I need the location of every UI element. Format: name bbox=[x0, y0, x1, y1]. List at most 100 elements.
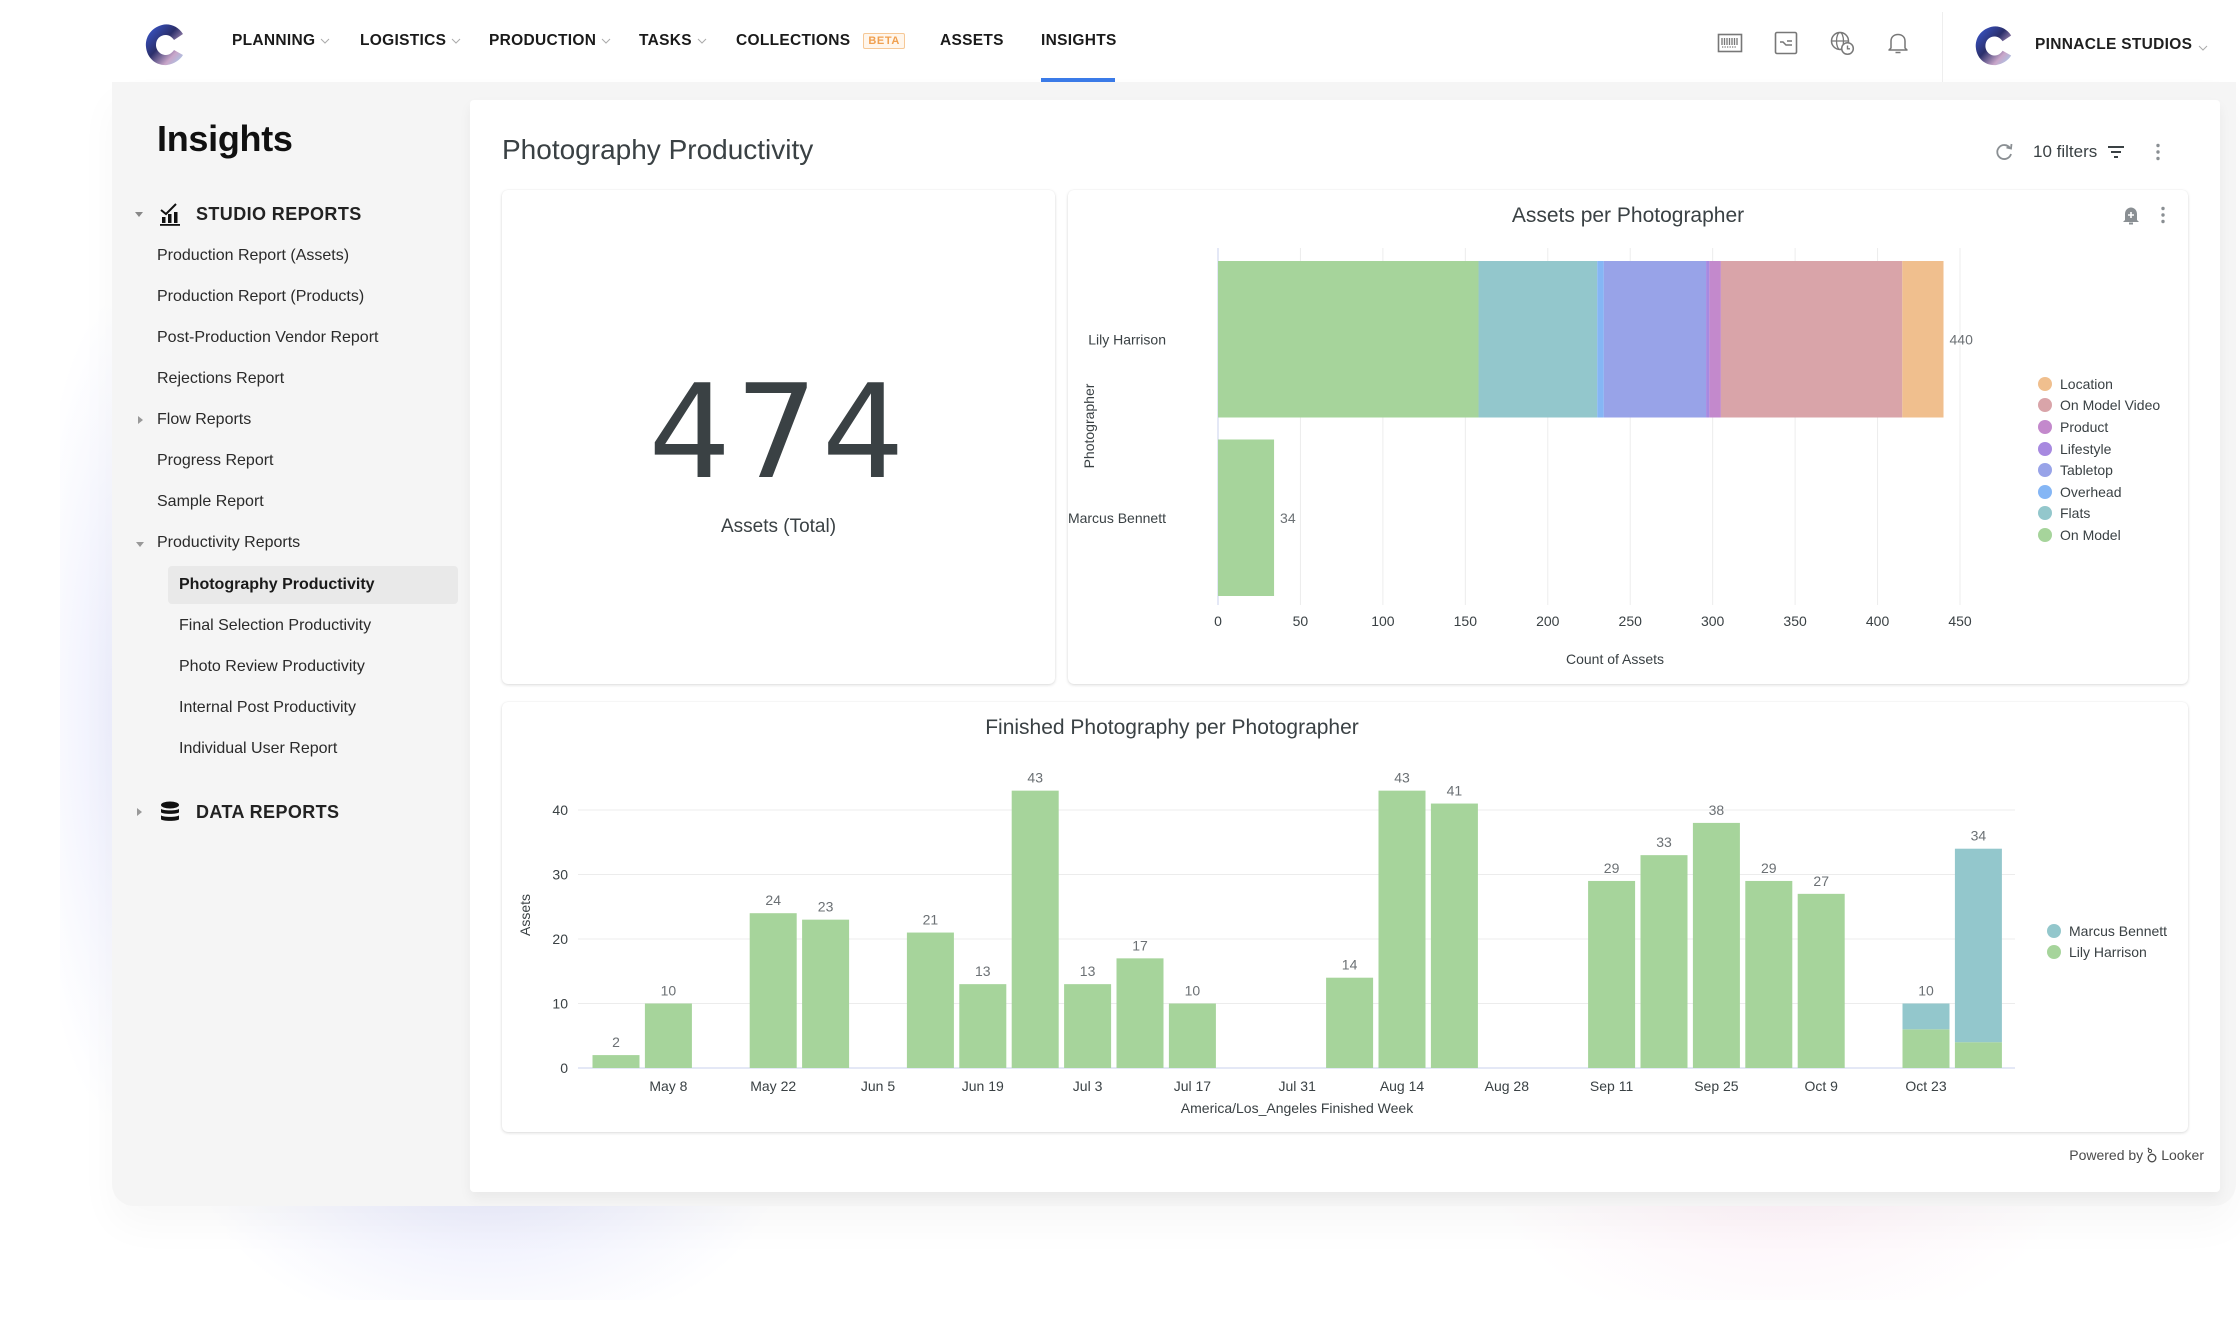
data-label: 34 bbox=[1971, 828, 1987, 844]
section-label: STUDIO REPORTS bbox=[196, 203, 362, 224]
finished-photography-card: Finished Photography per Photographer 01… bbox=[502, 702, 2188, 1132]
bar bbox=[1954, 1042, 2002, 1068]
bar-segment bbox=[1218, 439, 1275, 596]
refresh-icon[interactable] bbox=[1993, 141, 2015, 163]
data-label: 33 bbox=[1656, 834, 1672, 850]
y-tick-label: Lily Harrison bbox=[1088, 331, 1166, 347]
x-tick-label: 450 bbox=[1948, 613, 1972, 629]
x-tick-label: Aug 28 bbox=[1485, 1078, 1530, 1094]
bar bbox=[1902, 1003, 1950, 1030]
x-tick-label: 350 bbox=[1783, 613, 1807, 629]
data-label: 24 bbox=[765, 892, 781, 908]
sidebar-item-photo-review-productivity[interactable]: Photo Review Productivity bbox=[179, 648, 365, 686]
data-label: 29 bbox=[1604, 860, 1620, 876]
terminal-icon[interactable] bbox=[1773, 30, 1799, 56]
nav-tasks[interactable]: TASKS bbox=[639, 0, 707, 82]
legend-item[interactable]: On Model Video bbox=[2038, 395, 2160, 417]
globe-clock-icon[interactable] bbox=[1829, 30, 1855, 56]
chart-legend: Location On Model Video Product Lifestyle Ta… bbox=[2038, 373, 2160, 546]
bar bbox=[1011, 790, 1059, 1068]
barcode-icon[interactable] bbox=[1717, 30, 1743, 56]
caret-right-icon[interactable] bbox=[134, 414, 146, 426]
nav-divider bbox=[1942, 12, 1943, 82]
chevron-down-icon bbox=[2198, 40, 2208, 51]
bar bbox=[592, 1055, 640, 1068]
sidebar-item-production-report-products[interactable]: Production Report (Products) bbox=[157, 278, 364, 316]
nav-planning-label: PLANNING bbox=[232, 32, 316, 49]
sidebar-item-post-production-vendor-report[interactable]: Post-Production Vendor Report bbox=[157, 319, 378, 357]
nav-planning[interactable]: PLANNING bbox=[232, 0, 330, 82]
sidebar-item-progress-report[interactable]: Progress Report bbox=[157, 442, 274, 480]
sidebar-item-individual-user-report[interactable]: Individual User Report bbox=[179, 730, 337, 768]
sidebar-item-production-report-assets[interactable]: Production Report (Assets) bbox=[157, 237, 349, 275]
nav-insights[interactable]: INSIGHTS bbox=[1041, 0, 1117, 82]
legend-label: On Model Video bbox=[2060, 397, 2161, 414]
legend-swatch bbox=[2038, 398, 2052, 413]
bar bbox=[1640, 855, 1688, 1068]
legend-item[interactable]: Product bbox=[2038, 416, 2160, 438]
sidebar-item-final-selection-productivity[interactable]: Final Selection Productivity bbox=[179, 607, 371, 645]
bar bbox=[1116, 958, 1164, 1068]
chevron-down-icon bbox=[320, 36, 330, 46]
data-label: 43 bbox=[1027, 770, 1043, 786]
x-tick-label: 50 bbox=[1293, 613, 1309, 629]
x-tick-label: Aug 14 bbox=[1380, 1078, 1425, 1094]
legend-item[interactable]: Overhead bbox=[2038, 481, 2160, 503]
legend-item[interactable]: Marcus Bennett bbox=[2047, 920, 2167, 942]
x-tick-label: Jun 19 bbox=[962, 1078, 1004, 1094]
powered-by-footer: Powered by Looker bbox=[2069, 1147, 2204, 1163]
sidebar-item-productivity-reports[interactable]: Productivity Reports bbox=[157, 524, 300, 562]
org-avatar[interactable] bbox=[1973, 24, 2015, 68]
data-label: 27 bbox=[1813, 873, 1829, 889]
nav-collections[interactable]: COLLECTIONS BETA bbox=[736, 0, 905, 82]
filters-button[interactable]: 10 filters bbox=[2033, 142, 2097, 162]
powered-by-text: Powered by bbox=[2069, 1147, 2144, 1163]
chevron-down-icon bbox=[451, 36, 461, 46]
filter-icon[interactable] bbox=[2105, 141, 2127, 163]
nav-logistics[interactable]: LOGISTICS bbox=[360, 0, 461, 82]
sidebar-item-sample-report[interactable]: Sample Report bbox=[157, 483, 264, 521]
more-options-icon[interactable] bbox=[2147, 141, 2169, 163]
y-axis-label: Assets bbox=[517, 894, 533, 936]
data-label: 2 bbox=[612, 1034, 620, 1050]
sidebar-item-rejections-report[interactable]: Rejections Report bbox=[157, 360, 284, 398]
bar-segment bbox=[1597, 261, 1604, 418]
legend-swatch bbox=[2047, 923, 2061, 938]
data-label: 38 bbox=[1709, 802, 1725, 818]
chart-legend: Marcus Bennett Lily Harrison bbox=[2047, 920, 2167, 963]
legend-item[interactable]: Flats bbox=[2038, 503, 2160, 525]
legend-item[interactable]: Tabletop bbox=[2038, 459, 2160, 481]
data-label: 41 bbox=[1447, 783, 1463, 799]
x-tick-label: 400 bbox=[1866, 613, 1890, 629]
bar-segment bbox=[1218, 261, 1479, 418]
section-label: DATA REPORTS bbox=[196, 801, 340, 822]
legend-item[interactable]: Lily Harrison bbox=[2047, 942, 2167, 964]
sidebar-item-flow-reports[interactable]: Flow Reports bbox=[157, 401, 251, 439]
data-label: 440 bbox=[1950, 331, 1974, 347]
nav-assets[interactable]: ASSETS bbox=[940, 0, 1004, 82]
bar bbox=[802, 919, 850, 1068]
sidebar-item-internal-post-productivity[interactable]: Internal Post Productivity bbox=[179, 689, 356, 727]
legend-item[interactable]: On Model bbox=[2038, 524, 2160, 546]
legend-label: Marcus Bennett bbox=[2069, 922, 2168, 939]
beta-badge: BETA bbox=[863, 33, 905, 49]
bell-icon[interactable] bbox=[1885, 30, 1911, 56]
org-switcher[interactable]: PINNACLE STUDIOS bbox=[2035, 0, 2208, 90]
bar bbox=[1745, 880, 1793, 1068]
legend-swatch bbox=[2038, 527, 2052, 542]
legend-item[interactable]: Location bbox=[2038, 373, 2160, 395]
section-studio-reports[interactable]: STUDIO REPORTS bbox=[132, 199, 362, 229]
legend-item[interactable]: Lifestyle bbox=[2038, 438, 2160, 460]
sidebar-item-photography-productivity[interactable]: Photography Productivity bbox=[168, 566, 458, 604]
section-data-reports[interactable]: DATA REPORTS bbox=[132, 797, 339, 827]
app-logo[interactable] bbox=[143, 22, 187, 68]
nav-production[interactable]: PRODUCTION bbox=[489, 0, 611, 82]
y-tick-label: 0 bbox=[560, 1060, 568, 1076]
bar bbox=[1797, 893, 1845, 1068]
bar bbox=[1954, 848, 2002, 1043]
caret-down-icon[interactable] bbox=[134, 538, 146, 550]
y-tick-label: Marcus Bennett bbox=[1068, 510, 1166, 526]
dashboard-title: Photography Productivity bbox=[502, 134, 814, 165]
data-label: 43 bbox=[1394, 770, 1410, 786]
legend-label: Lifestyle bbox=[2060, 440, 2112, 457]
